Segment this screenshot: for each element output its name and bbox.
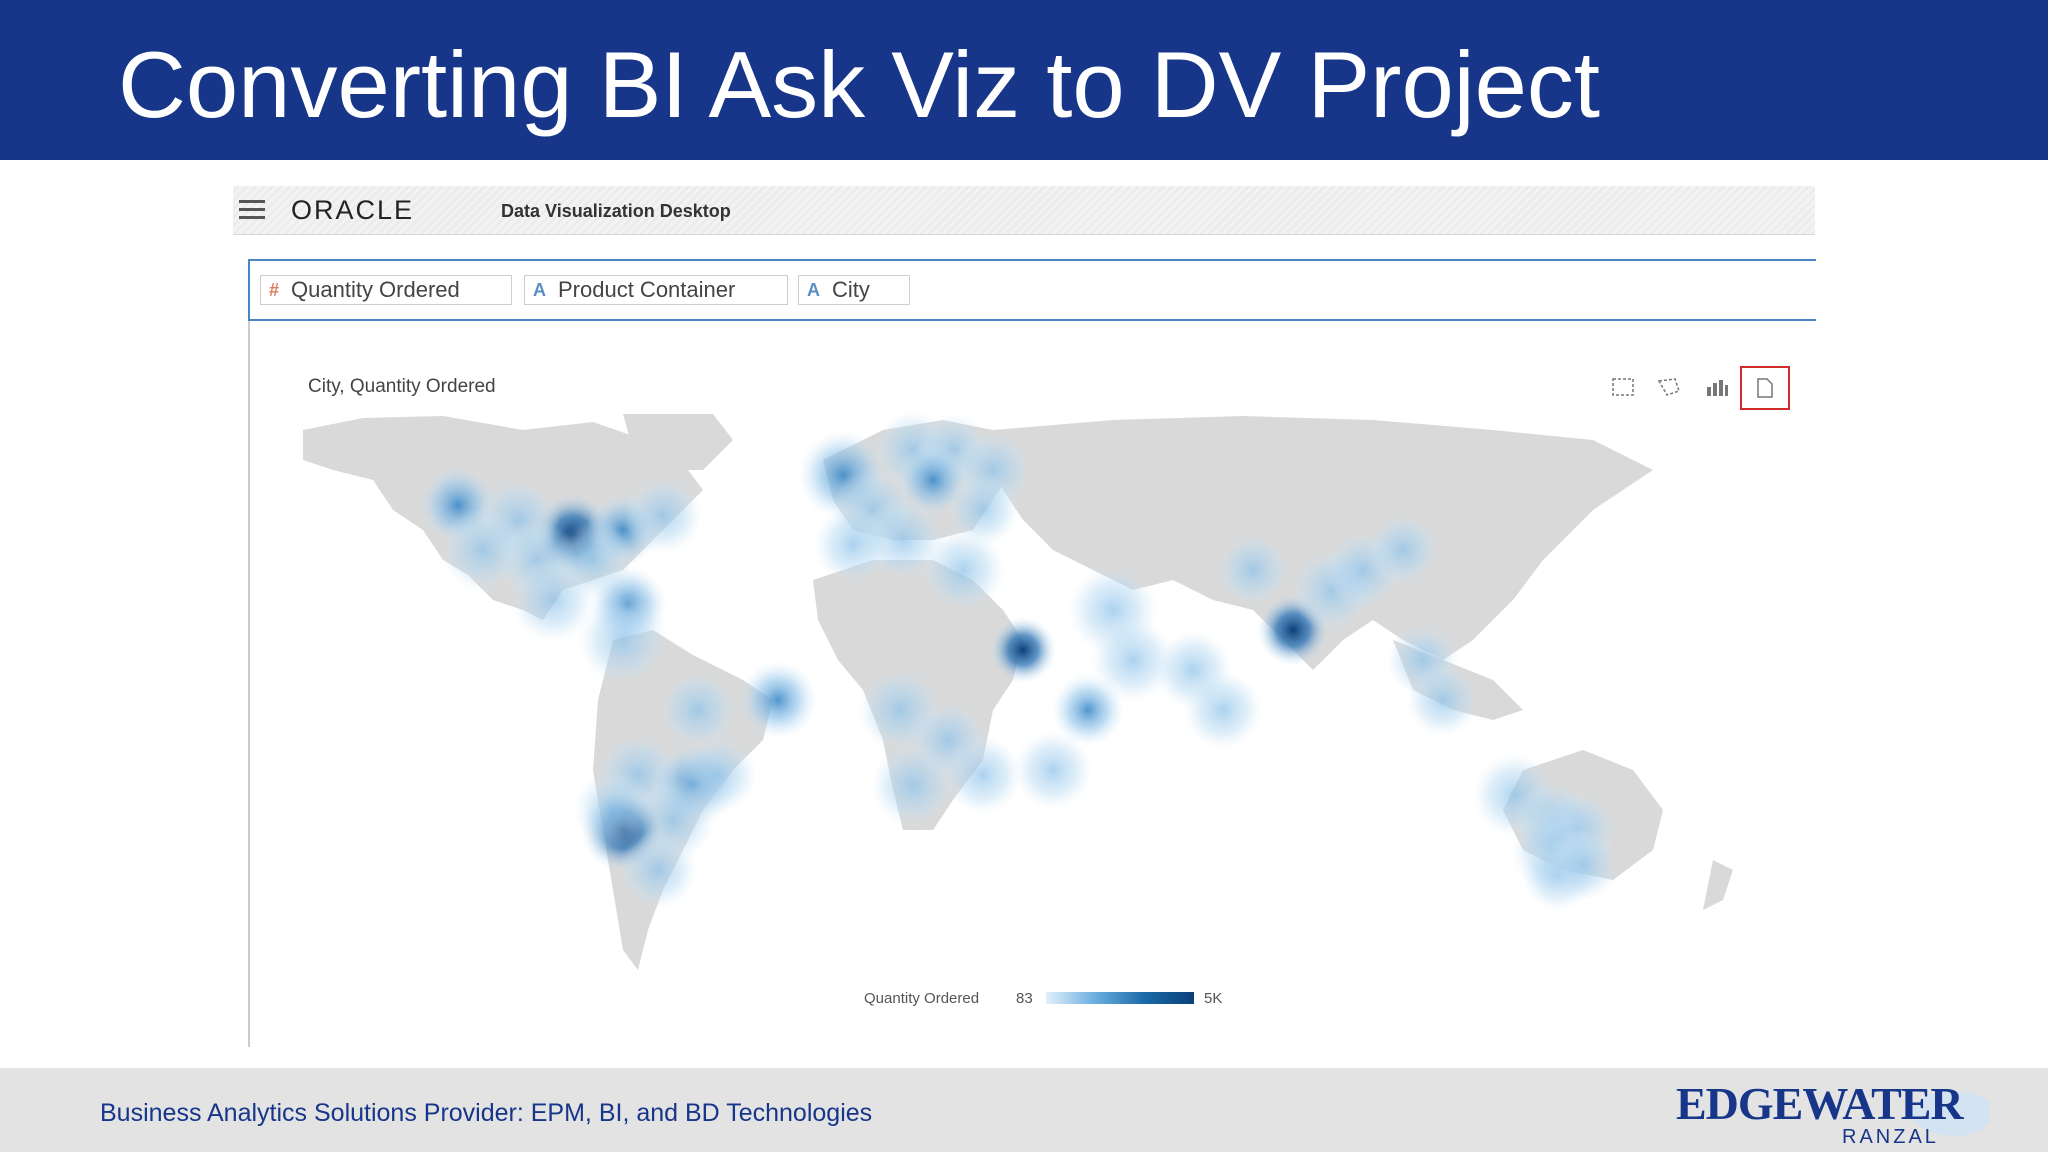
bar-chart-icon[interactable] xyxy=(1702,372,1732,402)
legend-gradient xyxy=(1046,992,1194,1004)
heat-point[interactable] xyxy=(1366,513,1440,587)
pill-city[interactable]: A City xyxy=(798,275,910,305)
new-zealand xyxy=(1703,860,1733,910)
heat-point[interactable] xyxy=(1216,533,1290,607)
legend-label: Quantity Ordered xyxy=(864,990,980,1007)
pill-label: Product Container xyxy=(558,277,736,302)
marquee-select-icon[interactable] xyxy=(1608,372,1638,402)
heat-point[interactable] xyxy=(943,735,1023,815)
footer-tagline: Business Analytics Solutions Provider: E… xyxy=(100,1099,873,1127)
lasso-select-icon[interactable] xyxy=(1654,372,1684,402)
heat-point[interactable] xyxy=(921,528,1005,612)
canvas-border xyxy=(248,321,250,1047)
brand-logo: EDGEWATER RANZAL xyxy=(1676,1078,2016,1148)
heat-point[interactable] xyxy=(1546,828,1620,902)
pill-product-container[interactable]: A Product Container xyxy=(524,275,788,305)
pill-quantity-ordered[interactable]: # Quantity Ordered xyxy=(260,275,512,305)
viz-title: City, Quantity Ordered xyxy=(308,376,496,397)
oracle-logo: ORACLE xyxy=(291,195,415,225)
legend-max: 5K xyxy=(1204,990,1223,1007)
pill-label: Quantity Ordered xyxy=(291,277,460,302)
legend-min: 83 xyxy=(1016,990,1033,1007)
footer: Business Analytics Solutions Provider: E… xyxy=(0,1068,2048,1152)
attribute-icon: A xyxy=(533,279,546,300)
heat-point[interactable] xyxy=(578,595,668,685)
slide-title: Converting BI Ask Viz to DV Project xyxy=(118,32,1601,137)
heat-point[interactable] xyxy=(573,770,653,850)
pill-label: City xyxy=(832,277,870,302)
heat-point[interactable] xyxy=(738,660,818,740)
brand-name: EDGEWATER xyxy=(1676,1078,1964,1129)
app-name: Data Visualization Desktop xyxy=(501,201,731,221)
measure-icon: # xyxy=(269,279,280,300)
heat-point[interactable] xyxy=(1183,670,1263,750)
app-header: ORACLE Data Visualization Desktop xyxy=(233,186,1815,235)
attribute-icon: A xyxy=(807,279,820,300)
title-bar: Converting BI Ask Viz to DV Project xyxy=(0,0,2048,160)
heat-point[interactable] xyxy=(1051,673,1125,747)
heat-point[interactable] xyxy=(623,475,703,555)
heat-point[interactable] xyxy=(989,616,1057,684)
hamburger-menu-icon[interactable] xyxy=(239,200,265,220)
heat-point[interactable] xyxy=(871,743,955,827)
heat-point[interactable] xyxy=(1406,663,1480,737)
world-heat-map[interactable] xyxy=(293,410,1795,980)
brand-subname: RANZAL xyxy=(1842,1126,1939,1148)
query-bar[interactable]: # Quantity Ordered A Product Container A… xyxy=(248,259,1816,321)
heat-point[interactable] xyxy=(813,505,893,585)
new-canvas-icon[interactable] xyxy=(1740,366,1790,410)
